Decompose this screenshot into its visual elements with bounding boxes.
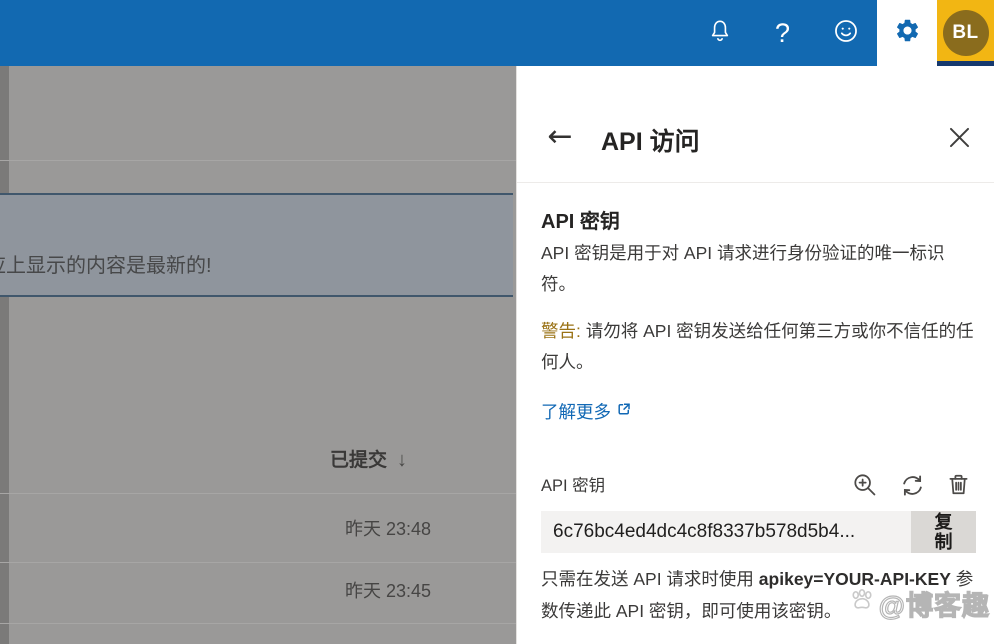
section-heading: API 密钥	[541, 205, 620, 234]
sort-descending-icon[interactable]: ↓	[397, 449, 407, 471]
table-header-submitted[interactable]: 已提交 ↓	[330, 445, 407, 472]
close-button[interactable]	[946, 126, 972, 152]
top-bar-actions: ?	[688, 0, 994, 66]
usage-prefix: 只需在发送 API 请求时使用	[541, 569, 759, 589]
api-access-panel: ← API 访问 API 密钥 API 密钥是用于对 API 请求进行身份验证的…	[516, 66, 994, 644]
info-banner: 应上显示的内容是最新的!	[0, 193, 513, 297]
magnifier-plus-icon	[852, 486, 878, 501]
banner-text: 应上显示的内容是最新的!	[0, 249, 212, 278]
divider	[0, 623, 516, 624]
copy-button-label: 复制	[934, 512, 954, 552]
zoom-key-button[interactable]	[851, 472, 879, 500]
notifications-button[interactable]	[688, 0, 751, 66]
divider	[517, 182, 994, 183]
watermark-text: @博客趣	[879, 584, 990, 623]
trash-icon	[946, 485, 971, 500]
warning-label: 警告:	[541, 321, 581, 341]
api-key-description: API 密钥是用于对 API 请求进行身份验证的唯一标识符。	[541, 238, 979, 300]
api-key-row: 6c76bc4ed4dc4c8f8337b578d5b4... 复制	[541, 511, 976, 553]
avatar: BL	[943, 10, 989, 56]
delete-key-button[interactable]	[944, 472, 972, 500]
feedback-button[interactable]	[814, 0, 877, 66]
help-button[interactable]: ?	[751, 0, 814, 66]
divider	[0, 562, 516, 563]
account-button[interactable]: BL	[937, 0, 994, 66]
api-key-value[interactable]: 6c76bc4ed4dc4c8f8337b578d5b4...	[541, 511, 911, 553]
learn-more-label: 了解更多	[541, 399, 611, 424]
question-mark-icon: ?	[775, 20, 790, 47]
bell-icon	[707, 18, 733, 49]
warning-body: 请勿将 API 密钥发送给任何第三方或你不信任的任何人。	[541, 321, 974, 372]
table-header-label: 已提交	[330, 450, 387, 471]
back-button[interactable]: ←	[543, 120, 577, 154]
top-bar: ?	[0, 0, 994, 66]
table-row[interactable]: 昨天 23:48	[345, 515, 431, 541]
external-link-icon	[616, 401, 632, 422]
settings-button[interactable]	[877, 0, 937, 66]
screen: 应上显示的内容是最新的! 已提交 ↓ 昨天 23:48 昨天 23:45 ?	[0, 0, 994, 644]
dimmed-background: 应上显示的内容是最新的! 已提交 ↓ 昨天 23:48 昨天 23:45	[0, 66, 516, 644]
divider	[0, 493, 516, 494]
sidebar-edge	[0, 66, 9, 644]
gear-icon	[894, 17, 921, 49]
learn-more-link[interactable]: 了解更多	[541, 399, 632, 424]
watermark: @博客趣	[847, 584, 990, 623]
smiley-icon	[832, 17, 860, 50]
api-key-field-label: API 密钥	[541, 472, 605, 496]
paw-icon	[847, 585, 877, 622]
panel-title: API 访问	[601, 122, 700, 158]
copy-button[interactable]: 复制	[911, 511, 976, 553]
regenerate-key-button[interactable]	[898, 472, 926, 500]
warning-text: 警告: 请勿将 API 密钥发送给任何第三方或你不信任的任何人。	[541, 316, 979, 378]
refresh-icon	[899, 487, 926, 502]
close-icon	[949, 136, 970, 151]
table-row[interactable]: 昨天 23:45	[345, 577, 431, 603]
avatar-underbar	[937, 61, 994, 66]
divider	[0, 160, 516, 161]
